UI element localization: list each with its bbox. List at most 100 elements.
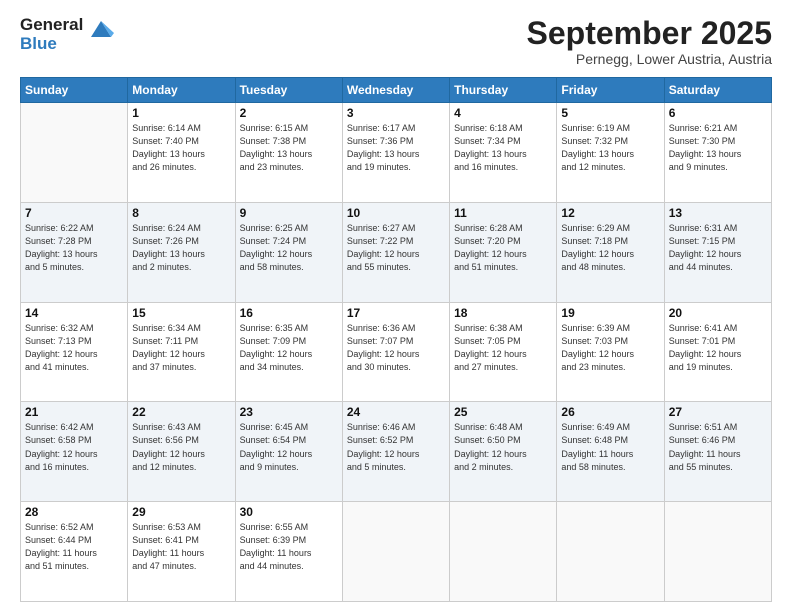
day-number: 24 (347, 405, 445, 419)
day-info: Sunrise: 6:28 AM Sunset: 7:20 PM Dayligh… (454, 222, 552, 274)
day-info: Sunrise: 6:21 AM Sunset: 7:30 PM Dayligh… (669, 122, 767, 174)
calendar-cell: 25 Sunrise: 6:48 AM Sunset: 6:50 PM Dayli… (450, 402, 557, 502)
calendar-cell: 30 Sunrise: 6:55 AM Sunset: 6:39 PM Dayli… (235, 502, 342, 602)
day-info: Sunrise: 6:41 AM Sunset: 7:01 PM Dayligh… (669, 322, 767, 374)
calendar-cell: 5 Sunrise: 6:19 AM Sunset: 7:32 PM Daylig… (557, 103, 664, 203)
day-number: 27 (669, 405, 767, 419)
day-info: Sunrise: 6:18 AM Sunset: 7:34 PM Dayligh… (454, 122, 552, 174)
day-info: Sunrise: 6:38 AM Sunset: 7:05 PM Dayligh… (454, 322, 552, 374)
day-info: Sunrise: 6:24 AM Sunset: 7:26 PM Dayligh… (132, 222, 230, 274)
day-number: 5 (561, 106, 659, 120)
calendar-cell: 27 Sunrise: 6:51 AM Sunset: 6:46 PM Dayli… (664, 402, 771, 502)
calendar-cell: 22Sunrise: 6:43 AM Sunset: 6:56 PM Dayli… (128, 402, 235, 502)
calendar-cell: 2Sunrise: 6:15 AM Sunset: 7:38 PM Daylig… (235, 103, 342, 203)
day-header-friday: Friday (557, 78, 664, 103)
day-number: 15 (132, 306, 230, 320)
calendar-cell (664, 502, 771, 602)
day-header-tuesday: Tuesday (235, 78, 342, 103)
calendar-cell: 6Sunrise: 6:21 AM Sunset: 7:30 PM Daylig… (664, 103, 771, 203)
calendar-cell: 9 Sunrise: 6:25 AM Sunset: 7:24 PM Daylig… (235, 202, 342, 302)
calendar-cell: 1Sunrise: 6:14 AM Sunset: 7:40 PM Daylig… (128, 103, 235, 203)
location: Pernegg, Lower Austria, Austria (527, 51, 772, 67)
day-info: Sunrise: 6:36 AM Sunset: 7:07 PM Dayligh… (347, 322, 445, 374)
week-row-1: 1Sunrise: 6:14 AM Sunset: 7:40 PM Daylig… (21, 103, 772, 203)
day-info: Sunrise: 6:46 AM Sunset: 6:52 PM Dayligh… (347, 421, 445, 473)
calendar-cell: 3Sunrise: 6:17 AM Sunset: 7:36 PM Daylig… (342, 103, 449, 203)
week-row-3: 14Sunrise: 6:32 AM Sunset: 7:13 PM Dayli… (21, 302, 772, 402)
day-number: 19 (561, 306, 659, 320)
calendar-cell: 23Sunrise: 6:45 AM Sunset: 6:54 PM Dayli… (235, 402, 342, 502)
calendar-cell: 16Sunrise: 6:35 AM Sunset: 7:09 PM Dayli… (235, 302, 342, 402)
day-number: 20 (669, 306, 767, 320)
calendar-cell: 13 Sunrise: 6:31 AM Sunset: 7:15 PM Dayli… (664, 202, 771, 302)
calendar-cell: 11 Sunrise: 6:28 AM Sunset: 7:20 PM Dayli… (450, 202, 557, 302)
day-info: Sunrise: 6:27 AM Sunset: 7:22 PM Dayligh… (347, 222, 445, 274)
calendar-cell: 14Sunrise: 6:32 AM Sunset: 7:13 PM Dayli… (21, 302, 128, 402)
day-info: Sunrise: 6:25 AM Sunset: 7:24 PM Dayligh… (240, 222, 338, 274)
week-row-5: 28 Sunrise: 6:52 AM Sunset: 6:44 PM Dayli… (21, 502, 772, 602)
month-title: September 2025 (527, 16, 772, 51)
day-info: Sunrise: 6:39 AM Sunset: 7:03 PM Dayligh… (561, 322, 659, 374)
day-header-monday: Monday (128, 78, 235, 103)
calendar-cell: 8Sunrise: 6:24 AM Sunset: 7:26 PM Daylig… (128, 202, 235, 302)
logo-blue: Blue (20, 35, 83, 54)
day-number: 1 (132, 106, 230, 120)
logo-general: General (20, 16, 83, 35)
day-number: 4 (454, 106, 552, 120)
day-info: Sunrise: 6:34 AM Sunset: 7:11 PM Dayligh… (132, 322, 230, 374)
day-number: 13 (669, 206, 767, 220)
day-header-saturday: Saturday (664, 78, 771, 103)
day-number: 2 (240, 106, 338, 120)
calendar-cell: 21 Sunrise: 6:42 AM Sunset: 6:58 PM Dayli… (21, 402, 128, 502)
day-number: 25 (454, 405, 552, 419)
day-number: 3 (347, 106, 445, 120)
logo-icon (86, 15, 116, 50)
day-number: 17 (347, 306, 445, 320)
calendar-cell: 4 Sunrise: 6:18 AM Sunset: 7:34 PM Daylig… (450, 103, 557, 203)
day-info: Sunrise: 6:48 AM Sunset: 6:50 PM Dayligh… (454, 421, 552, 473)
day-info: Sunrise: 6:22 AM Sunset: 7:28 PM Dayligh… (25, 222, 123, 274)
day-header-sunday: Sunday (21, 78, 128, 103)
day-number: 26 (561, 405, 659, 419)
day-info: Sunrise: 6:49 AM Sunset: 6:48 PM Dayligh… (561, 421, 659, 473)
calendar-cell (21, 103, 128, 203)
day-header-wednesday: Wednesday (342, 78, 449, 103)
calendar-cell: 28 Sunrise: 6:52 AM Sunset: 6:44 PM Dayli… (21, 502, 128, 602)
day-number: 12 (561, 206, 659, 220)
day-number: 7 (25, 206, 123, 220)
day-info: Sunrise: 6:45 AM Sunset: 6:54 PM Dayligh… (240, 421, 338, 473)
day-number: 21 (25, 405, 123, 419)
day-info: Sunrise: 6:55 AM Sunset: 6:39 PM Dayligh… (240, 521, 338, 573)
day-number: 10 (347, 206, 445, 220)
day-info: Sunrise: 6:19 AM Sunset: 7:32 PM Dayligh… (561, 122, 659, 174)
calendar-header-row: SundayMondayTuesdayWednesdayThursdayFrid… (21, 78, 772, 103)
calendar-cell: 24 Sunrise: 6:46 AM Sunset: 6:52 PM Dayli… (342, 402, 449, 502)
calendar-table: SundayMondayTuesdayWednesdayThursdayFrid… (20, 77, 772, 602)
day-number: 9 (240, 206, 338, 220)
day-number: 28 (25, 505, 123, 519)
calendar-cell (342, 502, 449, 602)
calendar-cell: 15 Sunrise: 6:34 AM Sunset: 7:11 PM Dayli… (128, 302, 235, 402)
day-info: Sunrise: 6:42 AM Sunset: 6:58 PM Dayligh… (25, 421, 123, 473)
day-info: Sunrise: 6:53 AM Sunset: 6:41 PM Dayligh… (132, 521, 230, 573)
day-number: 18 (454, 306, 552, 320)
calendar-cell: 19 Sunrise: 6:39 AM Sunset: 7:03 PM Dayli… (557, 302, 664, 402)
calendar-cell: 12 Sunrise: 6:29 AM Sunset: 7:18 PM Dayli… (557, 202, 664, 302)
calendar-cell: 18 Sunrise: 6:38 AM Sunset: 7:05 PM Dayli… (450, 302, 557, 402)
day-number: 11 (454, 206, 552, 220)
day-info: Sunrise: 6:29 AM Sunset: 7:18 PM Dayligh… (561, 222, 659, 274)
calendar-cell: 7 Sunrise: 6:22 AM Sunset: 7:28 PM Daylig… (21, 202, 128, 302)
page: General Blue September 2025 Pernegg, Low… (0, 0, 792, 612)
day-number: 30 (240, 505, 338, 519)
header: General Blue September 2025 Pernegg, Low… (20, 16, 772, 67)
logo: General Blue (20, 16, 116, 53)
day-number: 22 (132, 405, 230, 419)
day-info: Sunrise: 6:32 AM Sunset: 7:13 PM Dayligh… (25, 322, 123, 374)
day-number: 16 (240, 306, 338, 320)
day-info: Sunrise: 6:31 AM Sunset: 7:15 PM Dayligh… (669, 222, 767, 274)
day-info: Sunrise: 6:52 AM Sunset: 6:44 PM Dayligh… (25, 521, 123, 573)
day-info: Sunrise: 6:51 AM Sunset: 6:46 PM Dayligh… (669, 421, 767, 473)
title-area: September 2025 Pernegg, Lower Austria, A… (527, 16, 772, 67)
calendar-cell (450, 502, 557, 602)
day-header-thursday: Thursday (450, 78, 557, 103)
